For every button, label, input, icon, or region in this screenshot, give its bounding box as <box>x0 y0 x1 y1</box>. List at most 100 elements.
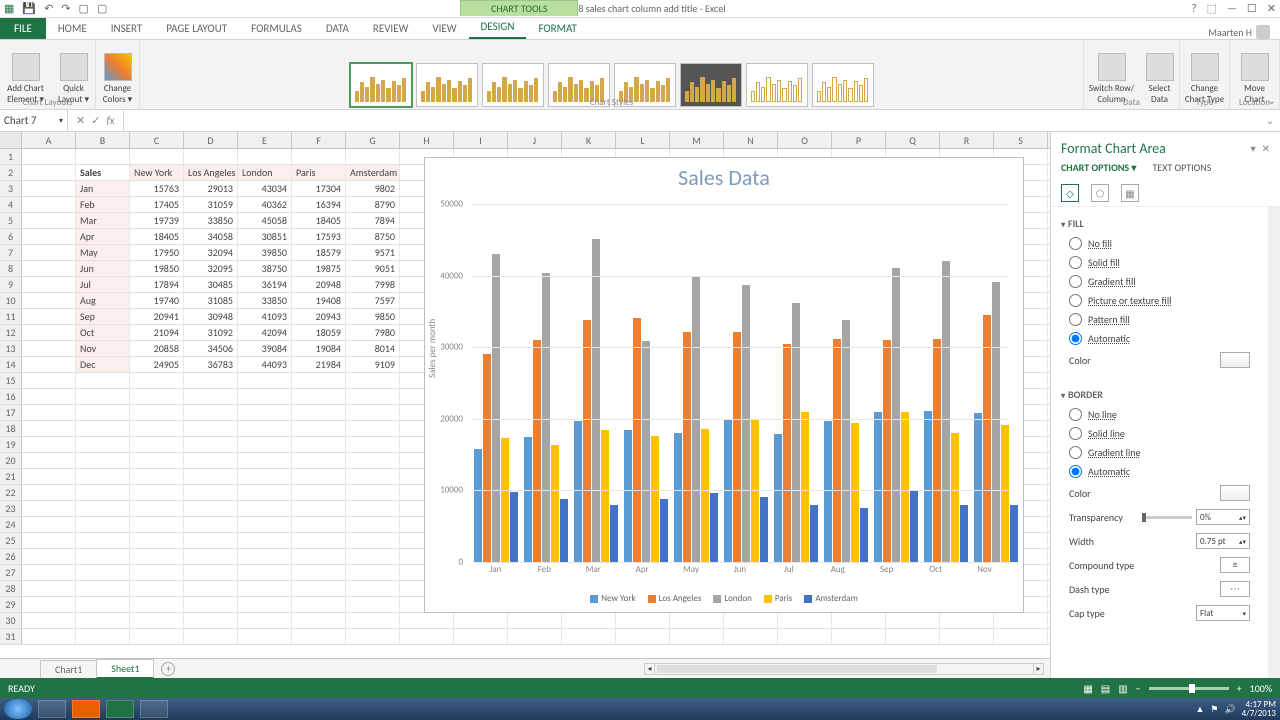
cell[interactable] <box>346 437 400 452</box>
column-header[interactable]: L <box>616 132 670 148</box>
cell[interactable] <box>76 501 130 516</box>
cell[interactable] <box>22 293 76 308</box>
cell[interactable] <box>22 245 76 260</box>
cell[interactable]: 17405 <box>130 197 184 212</box>
cell[interactable]: 31059 <box>184 197 238 212</box>
cell[interactable] <box>22 405 76 420</box>
cell[interactable] <box>22 581 76 596</box>
cell[interactable] <box>886 613 940 628</box>
cell[interactable] <box>346 469 400 484</box>
cell[interactable] <box>130 517 184 532</box>
app-icon[interactable] <box>140 700 168 718</box>
cell[interactable] <box>292 517 346 532</box>
tray-date[interactable]: 4/7/2013 <box>1242 709 1276 718</box>
cell[interactable] <box>346 149 400 164</box>
fill-option[interactable]: Gradient fill <box>1061 272 1258 291</box>
cell[interactable]: Feb <box>76 197 130 212</box>
cell[interactable] <box>130 581 184 596</box>
cell[interactable]: 29013 <box>184 181 238 196</box>
row-header[interactable]: 19 <box>0 437 22 452</box>
cell[interactable] <box>184 149 238 164</box>
cell[interactable] <box>184 469 238 484</box>
cell[interactable]: 7597 <box>346 293 400 308</box>
cell[interactable]: 24905 <box>130 357 184 372</box>
cell[interactable]: 19739 <box>130 213 184 228</box>
cell[interactable] <box>292 501 346 516</box>
cell[interactable] <box>22 485 76 500</box>
cell[interactable] <box>130 565 184 580</box>
cell[interactable]: Sep <box>76 309 130 324</box>
cell[interactable]: Dec <box>76 357 130 372</box>
maximize-icon[interactable]: ☐ <box>1247 2 1257 15</box>
row-header[interactable]: 4 <box>0 197 22 212</box>
column-header[interactable]: G <box>346 132 400 148</box>
cell[interactable]: Jul <box>76 277 130 292</box>
bar[interactable] <box>951 433 959 562</box>
explorer-icon[interactable] <box>38 700 66 718</box>
bar[interactable] <box>774 434 782 562</box>
cell[interactable] <box>346 597 400 612</box>
row-header[interactable]: 5 <box>0 213 22 228</box>
cell[interactable] <box>130 533 184 548</box>
cell[interactable]: London <box>238 165 292 180</box>
legend-item[interactable]: Paris <box>764 593 793 604</box>
cell[interactable] <box>238 485 292 500</box>
fill-section-header[interactable]: FILL <box>1061 213 1258 234</box>
tab-insert[interactable]: INSERT <box>99 18 155 39</box>
undo-icon[interactable]: ↶ <box>44 2 53 15</box>
cell[interactable] <box>76 613 130 628</box>
cell[interactable] <box>184 453 238 468</box>
bar[interactable] <box>892 268 900 562</box>
cell[interactable]: 32095 <box>184 261 238 276</box>
cell[interactable] <box>292 581 346 596</box>
bar[interactable] <box>810 505 818 562</box>
legend-item[interactable]: Amsterdam <box>804 593 857 604</box>
cell[interactable] <box>130 453 184 468</box>
row-header[interactable]: 26 <box>0 549 22 564</box>
bar[interactable] <box>483 354 491 562</box>
cell[interactable] <box>130 549 184 564</box>
cell[interactable] <box>346 453 400 468</box>
cell[interactable] <box>130 613 184 628</box>
cell[interactable] <box>346 549 400 564</box>
cell[interactable] <box>22 325 76 340</box>
save-icon[interactable]: 💾 <box>22 2 36 15</box>
cell[interactable] <box>940 629 994 644</box>
view-layout-icon[interactable]: ▤ <box>1101 682 1110 695</box>
excel-taskbar-icon[interactable] <box>106 700 134 718</box>
bar[interactable] <box>960 505 968 562</box>
tray-volume-icon[interactable]: 🔊 <box>1224 704 1235 715</box>
cell[interactable] <box>22 501 76 516</box>
cell[interactable] <box>724 629 778 644</box>
cell[interactable]: 18405 <box>292 213 346 228</box>
cell[interactable] <box>238 565 292 580</box>
cell[interactable] <box>184 501 238 516</box>
cell[interactable]: 44093 <box>238 357 292 372</box>
cell[interactable] <box>508 613 562 628</box>
tray-icon[interactable]: ⚑ <box>1210 704 1218 715</box>
cell[interactable] <box>292 549 346 564</box>
row-header[interactable]: 20 <box>0 453 22 468</box>
column-header[interactable]: P <box>832 132 886 148</box>
bar[interactable] <box>660 499 668 562</box>
cell[interactable] <box>778 613 832 628</box>
cell[interactable] <box>238 469 292 484</box>
cell[interactable] <box>22 389 76 404</box>
cell[interactable] <box>886 629 940 644</box>
column-header[interactable]: S <box>994 132 1048 148</box>
cell[interactable] <box>22 149 76 164</box>
bar[interactable] <box>733 332 741 562</box>
cell[interactable]: 20858 <box>130 341 184 356</box>
cell[interactable] <box>130 469 184 484</box>
row-header[interactable]: 9 <box>0 277 22 292</box>
cell[interactable] <box>238 549 292 564</box>
cell[interactable] <box>22 517 76 532</box>
cell[interactable] <box>22 277 76 292</box>
bar[interactable] <box>624 430 632 562</box>
horizontal-scrollbar[interactable]: ◂ ▸ <box>644 663 1044 675</box>
start-button[interactable] <box>4 699 32 719</box>
tab-home[interactable]: HOME <box>46 18 99 39</box>
cell[interactable] <box>562 629 616 644</box>
bar[interactable] <box>992 282 1000 562</box>
column-header[interactable]: E <box>238 132 292 148</box>
